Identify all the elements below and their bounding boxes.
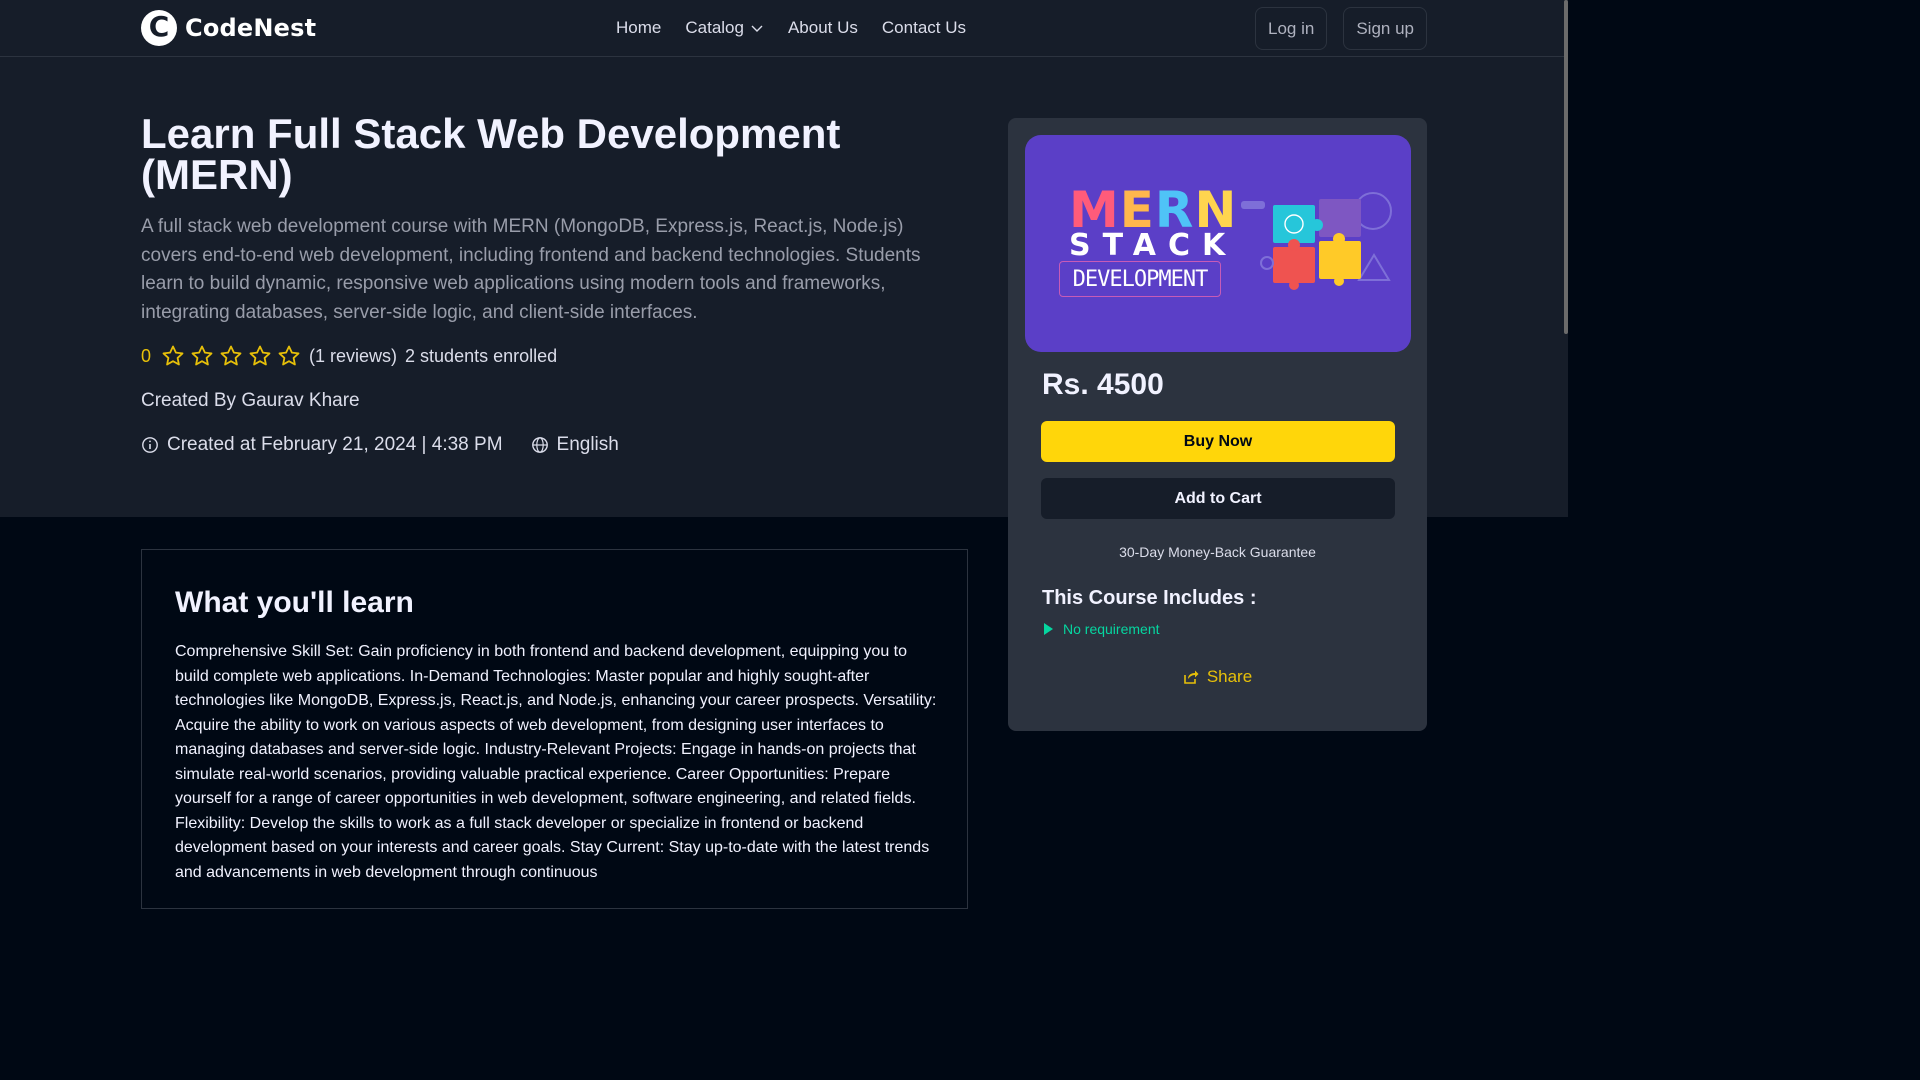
auth-buttons: Log in Sign up — [1255, 7, 1427, 50]
rating-value: 0 — [141, 345, 152, 366]
learn-text: Comprehensive Skill Set: Gain proficienc… — [175, 643, 937, 881]
includes-item-label: No requirement — [1063, 621, 1160, 637]
purchase-card: MERN STACK DEVELOPMENT Rs. 4500 Buy Now … — [1008, 118, 1427, 731]
what-you-learn-section: What you'll learn Comprehensive Skill Se… — [141, 549, 968, 909]
star-icon — [219, 344, 243, 368]
caret-right-icon — [1044, 623, 1053, 635]
includes-item: No requirement — [1044, 621, 1160, 637]
globe-icon — [531, 437, 548, 453]
star-rating — [161, 344, 301, 368]
star-icon — [277, 344, 301, 368]
signup-button[interactable]: Sign up — [1343, 7, 1427, 50]
nav-about-us[interactable]: About Us — [788, 18, 858, 38]
course-description: A full stack web development course with… — [141, 216, 921, 323]
star-icon — [190, 344, 214, 368]
nav-contact-us[interactable]: Contact Us — [882, 18, 966, 38]
course-title: Learn Full Stack Web Development (MERN) — [141, 110, 841, 198]
course-meta: Created at February 21, 2024 | 4:38 PM E… — [141, 434, 619, 456]
logo-text: CodeNest — [185, 14, 317, 42]
site-logo[interactable]: C CodeNest — [141, 10, 316, 46]
login-button[interactable]: Log in — [1255, 7, 1328, 50]
main-nav: Home Catalog About Us Contact Us — [616, 18, 966, 38]
created-at: Created at February 21, 2024 | 4:38 PM — [167, 434, 503, 455]
chevron-down-icon — [751, 25, 763, 32]
course-thumbnail: MERN STACK DEVELOPMENT — [1025, 135, 1411, 352]
learn-title: What you'll learn — [175, 586, 414, 619]
nav-catalog-label: Catalog — [685, 18, 744, 37]
buy-now-button[interactable]: Buy Now — [1041, 421, 1395, 462]
page-scrollbar[interactable] — [1564, 0, 1568, 334]
share-icon — [1184, 670, 1199, 684]
info-icon — [142, 437, 158, 453]
share-button[interactable]: Share — [1008, 667, 1427, 687]
enrolled-count: 2 students enrolled — [405, 345, 558, 366]
course-language: English — [556, 434, 619, 455]
share-label: Share — [1206, 667, 1253, 686]
rating-row: 0 (1 reviews) 2 students enrolled — [141, 344, 557, 368]
includes-title: This Course Includes : — [1042, 587, 1257, 609]
thumbnail-stack-text: STACK — [1069, 228, 1238, 263]
logo-icon: C — [141, 10, 177, 46]
nav-home[interactable]: Home — [616, 18, 661, 38]
star-icon — [248, 344, 272, 368]
top-navbar: C CodeNest Home Catalog About Us Contact… — [0, 0, 1568, 57]
money-back-guarantee: 30-Day Money-Back Guarantee — [1119, 544, 1316, 560]
thumbnail-development-text: DEVELOPMENT — [1059, 261, 1221, 297]
course-creator: Created By Gaurav Khare — [141, 390, 360, 411]
puzzle-illustration — [1241, 192, 1392, 290]
review-count: (1 reviews) — [309, 345, 398, 366]
star-icon — [161, 344, 185, 368]
add-to-cart-button[interactable]: Add to Cart — [1041, 478, 1395, 519]
course-price: Rs. 4500 — [1042, 368, 1164, 401]
nav-catalog[interactable]: Catalog — [685, 18, 764, 38]
